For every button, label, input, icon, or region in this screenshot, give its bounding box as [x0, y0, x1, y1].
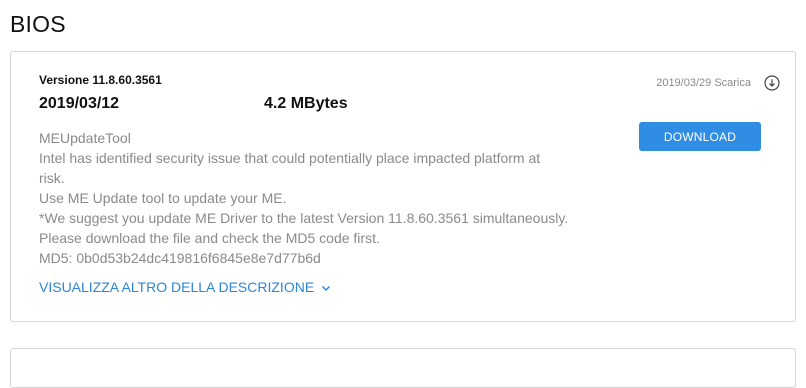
bios-download-card: Versione 11.8.60.3561 2019/03/12 4.2 MBy…: [10, 51, 796, 322]
description-line: Use ME Update tool to update your ME.: [39, 190, 287, 206]
description-line: MD5: 0b0d53b24dc419816f6845e8e7d77b6d: [39, 250, 321, 266]
description: MEUpdateTool Intel has identified securi…: [39, 128, 599, 268]
show-more-description-link[interactable]: VISUALIZZA ALTRO DELLA DESCRIZIONE: [39, 279, 332, 295]
version-label: Versione 11.8.60.3561: [39, 73, 162, 87]
file-size: 4.2 MBytes: [264, 95, 348, 112]
description-line: Intel has identified security issue that…: [39, 150, 541, 166]
show-more-label[interactable]: VISUALIZZA ALTRO DELLA DESCRIZIONE: [39, 279, 314, 295]
download-circle-icon[interactable]: [764, 75, 780, 91]
description-line: MEUpdateTool: [39, 130, 131, 146]
description-line: Please download the file and check the M…: [39, 230, 380, 246]
next-download-card: [10, 348, 796, 388]
section-title: BIOS: [10, 11, 66, 37]
download-button[interactable]: DOWNLOAD: [639, 122, 761, 151]
description-line: *We suggest you update ME Driver to the …: [39, 210, 569, 226]
chevron-down-icon[interactable]: [320, 281, 332, 293]
release-download-text[interactable]: 2019/03/29 Scarica: [656, 77, 751, 89]
description-line: risk.: [39, 170, 65, 186]
release-date: 2019/03/12: [39, 95, 120, 112]
